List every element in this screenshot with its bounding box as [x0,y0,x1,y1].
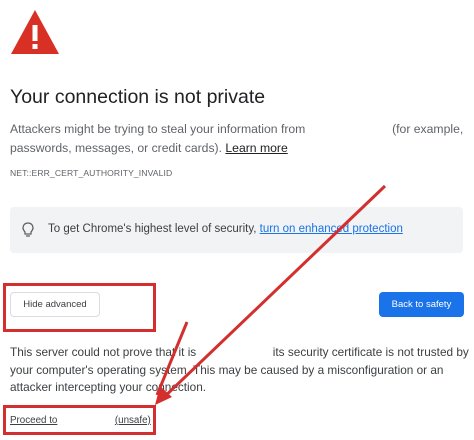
advanced-text-1: This server could not prove that it is [10,345,197,359]
lightbulb-icon [22,222,34,237]
back-to-safety-button[interactable]: Back to safety [379,292,464,317]
annotation-box-proceed [3,405,156,435]
warning-triangle-icon [11,10,59,54]
advanced-details-text: This server could not prove that it is i… [10,344,470,397]
enhanced-protection-link[interactable]: turn on enhanced protection [260,223,403,235]
security-tip-box: To get Chrome's highest level of securit… [10,207,463,253]
warning-description: Attackers might be trying to steal your … [10,120,470,158]
error-code: NET::ERR_CERT_AUTHORITY_INVALID [10,168,173,178]
learn-more-link[interactable]: Learn more [225,141,287,155]
annotation-box-hide-advanced [3,283,156,332]
tip-text: To get Chrome's highest level of securit… [48,223,403,235]
page-title: Your connection is not private [10,86,266,108]
description-text-1: Attackers might be trying to steal your … [10,122,306,136]
tip-message: To get Chrome's highest level of securit… [48,223,257,235]
